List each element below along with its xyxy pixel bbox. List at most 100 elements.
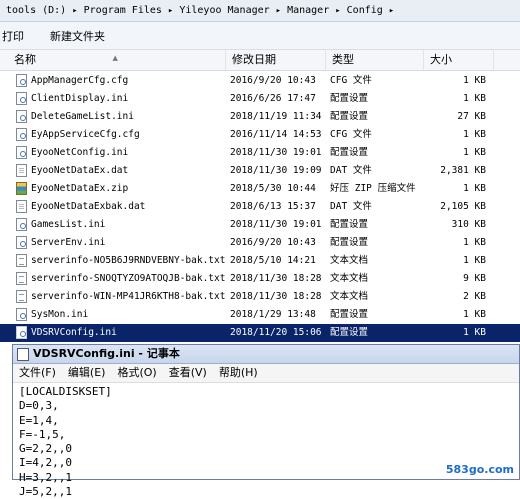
notepad-text-area[interactable]: [LOCALDISKSET] D=0,3, E=1,4, F=-1,5, G=2,2,,… <box>13 383 519 499</box>
file-size: 310 KB <box>451 219 486 230</box>
notepad-menu-item[interactable]: 格式(O) <box>117 364 156 382</box>
file-name: AppManagerCfg.cfg <box>31 75 129 86</box>
cfg-file-icon <box>16 326 27 339</box>
breadcrumb-chevron-icon[interactable]: ▸ <box>389 6 394 16</box>
file-name: ServerEnv.ini <box>31 237 106 248</box>
sort-up-icon: ▲ <box>112 54 118 62</box>
notepad-window: VDSRVConfig.ini - 记事本 文件(F) 编辑(E) 格式(O) 查看(… <box>12 344 520 498</box>
file-type: 配置设置 <box>330 93 369 104</box>
notepad-menu-item[interactable]: 查看(V) <box>169 364 207 382</box>
column-date[interactable]: 修改日期 <box>226 50 326 70</box>
print-button[interactable]: 打印 <box>0 28 26 44</box>
file-size: 2 KB <box>463 291 486 302</box>
file-size: 1 KB <box>463 93 486 104</box>
file-row[interactable]: AppManagerCfg.cfg 2016/9/20 10:43 CFG 文件 1 … <box>0 72 520 90</box>
cfg-file-icon <box>16 92 27 105</box>
file-row[interactable]: DeleteGameList.ini 2018/11/19 11:34 配置设置 27… <box>0 108 520 126</box>
file-type: 配置设置 <box>330 237 369 248</box>
file-row[interactable]: ClientDisplay.ini 2016/6/26 17:47 配置设置 1 KB <box>0 90 520 108</box>
file-name: DeleteGameList.ini <box>31 111 134 122</box>
file-type: 文本文档 <box>330 291 369 302</box>
file-type: 文本文档 <box>330 255 369 266</box>
file-row[interactable]: EyooNetDataEx.zip 2018/5/30 10:44 好压 ZIP 压… <box>0 180 520 198</box>
file-name: VDSRVConfig.ini <box>31 327 117 338</box>
file-date: 2018/11/30 19:09 <box>230 165 322 176</box>
breadcrumb-chevron-icon[interactable]: ▸ <box>168 6 173 16</box>
file-row[interactable]: EyAppServiceCfg.cfg 2016/11/14 14:53 CFG 文… <box>0 126 520 144</box>
file-row[interactable]: EyooNetDataEx.dat 2018/11/30 19:09 DAT 文件 2… <box>0 162 520 180</box>
file-size: 2,381 KB <box>440 165 486 176</box>
cfg-file-icon <box>16 146 27 159</box>
column-type[interactable]: 类型 <box>326 50 424 70</box>
file-row[interactable]: ServerEnv.ini 2016/9/20 10:43 配置设置 1 KB <box>0 234 520 252</box>
file-type: CFG 文件 <box>330 75 372 86</box>
breadcrumb-item[interactable]: tools (D:) <box>6 5 66 16</box>
breadcrumb-item[interactable]: Manager <box>287 5 329 16</box>
column-name[interactable]: ▲ 名称 <box>0 50 226 70</box>
file-date: 2016/9/20 10:43 <box>230 75 316 86</box>
file-row[interactable]: serverinfo-SNOQTYZO9ATOQJB-bak.txt 2018/1… <box>0 270 520 288</box>
txt-file-icon <box>16 290 27 303</box>
file-row[interactable]: SysMon.ini 2018/1/29 13:48 配置设置 1 KB <box>0 306 520 324</box>
notepad-title: VDSRVConfig.ini - 记事本 <box>33 347 180 360</box>
notepad-line: G=2,2,,0 <box>19 442 72 456</box>
breadcrumb-chevron-icon[interactable]: ▸ <box>335 6 340 16</box>
file-date: 2018/11/30 19:01 <box>230 219 322 230</box>
notepad-titlebar[interactable]: VDSRVConfig.ini - 记事本 <box>13 345 519 364</box>
breadcrumb-item[interactable]: Program Files <box>84 5 162 16</box>
file-row[interactable]: VDSRVConfig.ini 2018/11/20 15:06 配置设置 1 KB <box>0 324 520 342</box>
file-size: 1 KB <box>463 129 486 140</box>
file-date: 2018/5/30 10:44 <box>230 183 316 194</box>
address-bar[interactable]: tools (D:) ▸ Program Files ▸ Yileyoo Manager… <box>0 0 520 22</box>
notepad-menu-item[interactable]: 文件(F) <box>19 364 56 382</box>
file-type: 配置设置 <box>330 111 369 122</box>
file-row[interactable]: EyooNetDataExbak.dat 2018/6/13 15:37 DAT 文… <box>0 198 520 216</box>
txt-file-icon <box>16 272 27 285</box>
cfg-file-icon <box>16 308 27 321</box>
breadcrumb-item[interactable]: Yileyoo Manager <box>179 5 269 16</box>
file-size: 1 KB <box>463 255 486 266</box>
file-name: GamesList.ini <box>31 219 106 230</box>
notepad-menu-item[interactable]: 帮助(H) <box>219 364 258 382</box>
file-name: SysMon.ini <box>31 309 89 320</box>
file-type: CFG 文件 <box>330 129 372 140</box>
file-name: serverinfo-SNOQTYZO9ATOQJB-bak.txt <box>31 273 226 284</box>
notepad-line: D=0,3, <box>19 399 59 413</box>
notepad-menu-item[interactable]: 编辑(E) <box>68 364 106 382</box>
breadcrumb-chevron-icon[interactable]: ▸ <box>276 6 281 16</box>
file-date: 2018/11/30 18:28 <box>230 273 322 284</box>
breadcrumb-chevron-icon[interactable]: ▸ <box>72 6 77 16</box>
file-type: DAT 文件 <box>330 201 372 212</box>
new-folder-button[interactable]: 新建文件夹 <box>48 28 107 44</box>
file-type: 文本文档 <box>330 273 369 284</box>
file-row[interactable]: EyooNetConfig.ini 2018/11/30 19:01 配置设置 1 K… <box>0 144 520 162</box>
file-type: 好压 ZIP 压缩文件 <box>330 183 416 194</box>
file-date: 2016/11/14 14:53 <box>230 129 322 140</box>
file-name: serverinfo-WIN-MP41JR6KTH8-bak.txt <box>31 291 226 302</box>
file-name: EyooNetDataEx.dat <box>31 165 129 176</box>
notepad-line: E=1,4, <box>19 413 59 427</box>
notepad-line: H=3,2,,1 <box>19 470 72 484</box>
breadcrumb-item[interactable]: Config <box>347 5 383 16</box>
file-size: 1 KB <box>463 183 486 194</box>
file-name: EyAppServiceCfg.cfg <box>31 129 140 140</box>
file-type: 配置设置 <box>330 309 369 320</box>
file-type: 配置设置 <box>330 327 369 338</box>
file-row[interactable]: GamesList.ini 2018/11/30 19:01 配置设置 310 KB <box>0 216 520 234</box>
file-size: 2,105 KB <box>440 201 486 212</box>
cfg-file-icon <box>16 236 27 249</box>
file-row[interactable]: serverinfo-WIN-MP41JR6KTH8-bak.txt 2018/1… <box>0 288 520 306</box>
notepad-menubar: 文件(F) 编辑(E) 格式(O) 查看(V) 帮助(H) <box>13 364 519 383</box>
file-date: 2018/11/30 18:28 <box>230 291 322 302</box>
column-size[interactable]: 大小 <box>424 50 494 70</box>
dat-file-icon <box>16 200 27 213</box>
notepad-icon <box>17 348 29 361</box>
column-header: ▲ 名称 修改日期 类型 大小 <box>0 50 520 71</box>
file-name: EyooNetConfig.ini <box>31 147 129 158</box>
notepad-line: [LOCALDISKSET] <box>19 385 112 398</box>
file-size: 9 KB <box>463 273 486 284</box>
file-type: 配置设置 <box>330 219 369 230</box>
file-size: 1 KB <box>463 327 486 338</box>
notepad-line: I=4,2,,0 <box>19 456 72 470</box>
file-row[interactable]: serverinfo-NO5B6J9RNDVEBNY-bak.txt 2018/5… <box>0 252 520 270</box>
